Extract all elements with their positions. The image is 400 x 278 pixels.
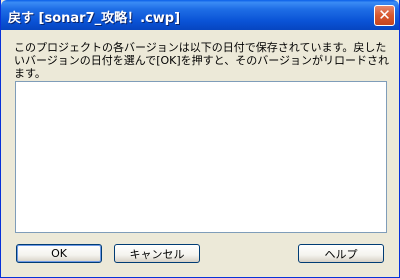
close-icon: ✕: [378, 6, 391, 24]
description-text: このプロジェクトの各バージョンは以下の日付で保存されています。戻したいバージョン…: [14, 41, 390, 80]
ok-button[interactable]: OK: [16, 244, 102, 263]
cancel-button[interactable]: キャンセル: [114, 244, 200, 263]
version-list[interactable]: [15, 81, 387, 233]
revert-dialog: 戻す [sonar7_攻略！.cwp] ✕ このプロジェクトの各バージョンは以下…: [0, 0, 400, 278]
help-button[interactable]: ヘルプ: [298, 244, 384, 263]
window-title: 戻す [sonar7_攻略！.cwp]: [8, 11, 181, 26]
title-bar[interactable]: 戻す [sonar7_攻略！.cwp] ✕: [1, 0, 399, 30]
close-button[interactable]: ✕: [374, 5, 395, 26]
